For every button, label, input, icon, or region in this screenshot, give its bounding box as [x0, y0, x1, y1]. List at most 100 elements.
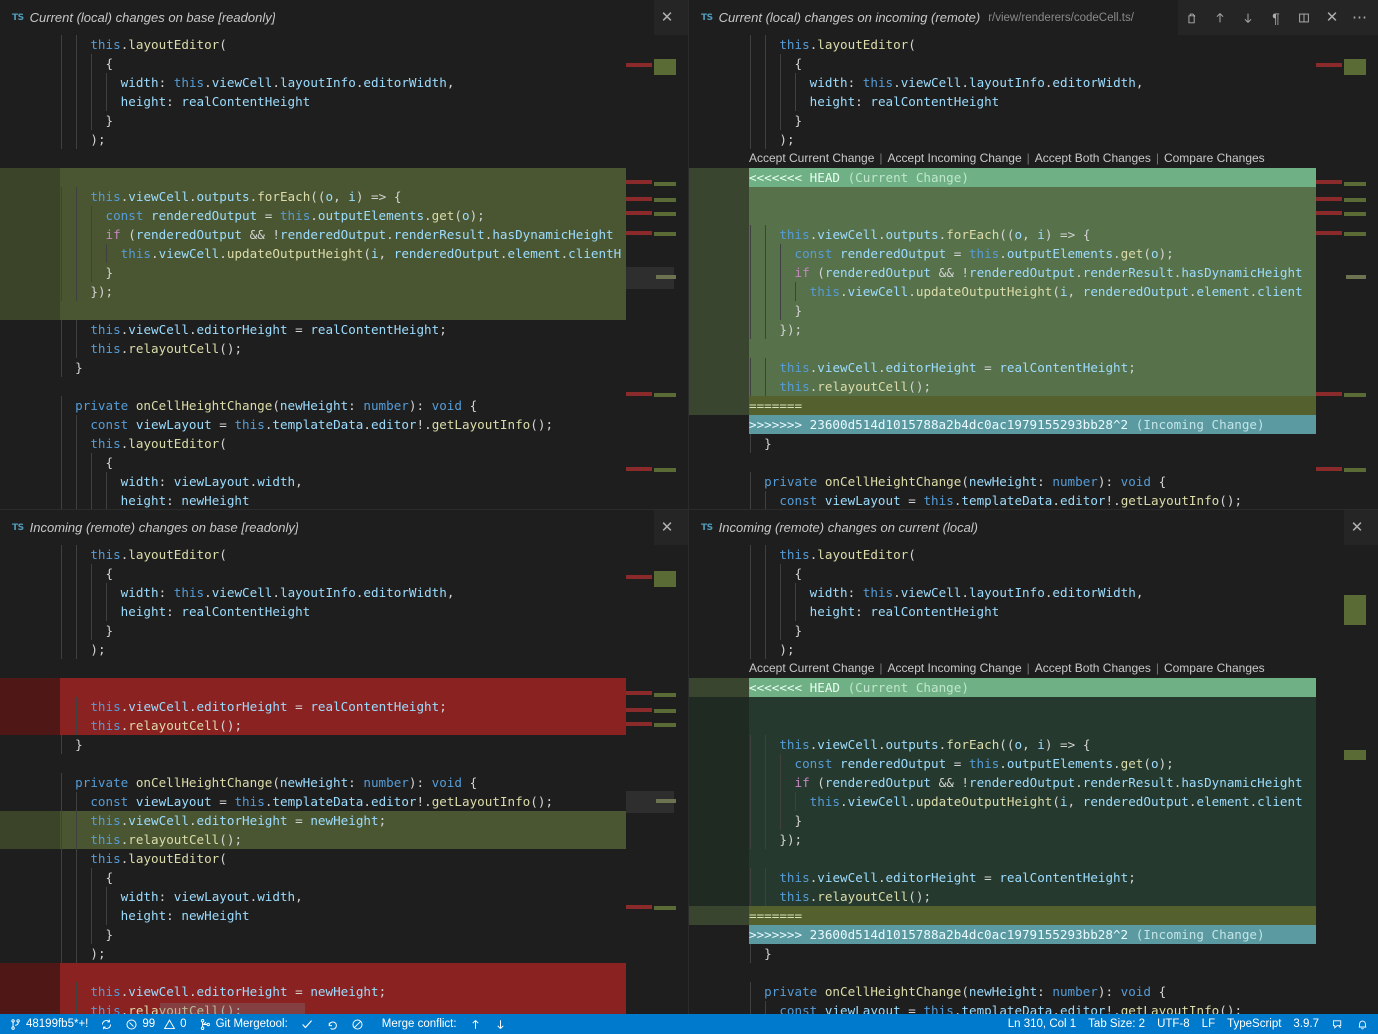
code-line[interactable]: height: realContentHeight	[0, 92, 688, 111]
code-line[interactable]: this.layoutEditor(	[689, 35, 1378, 54]
status-encoding[interactable]: UTF-8	[1151, 1014, 1196, 1034]
code-line[interactable]: this.viewCell.updateOutputHeight(i, rend…	[689, 282, 1378, 301]
code-line[interactable]	[0, 963, 688, 982]
code-line[interactable]: private onCellHeightChange(newHeight: nu…	[0, 773, 688, 792]
code-line[interactable]: );	[0, 130, 688, 149]
code-line[interactable]: this.relayoutCell();	[0, 1001, 688, 1014]
code-line[interactable]	[689, 453, 1378, 472]
code-line[interactable]: width: this.viewCell.layoutInfo.editorWi…	[0, 583, 688, 602]
conflict-marker-incoming[interactable]: >>>>>>> 23600d514d1015788a2b4dc0ac197915…	[689, 925, 1378, 944]
copy-path-icon[interactable]	[1178, 4, 1206, 32]
tab-incoming-remote-on-current[interactable]: TS Incoming (remote) changes on current …	[689, 510, 1344, 545]
code-line[interactable]	[689, 716, 1378, 735]
status-mergetool-discard[interactable]	[320, 1014, 345, 1034]
code-line[interactable]: this.relayoutCell();	[0, 339, 688, 358]
code-line[interactable]: this.relayoutCell();	[689, 377, 1378, 396]
code-line[interactable]: }	[689, 621, 1378, 640]
code-line[interactable]: );	[0, 944, 688, 963]
split-editor-icon[interactable]	[1290, 4, 1318, 32]
code-line[interactable]: private onCellHeightChange(newHeight: nu…	[689, 472, 1378, 491]
code-line[interactable]: {	[0, 453, 688, 472]
code-line[interactable]	[0, 377, 688, 396]
pilcrow-whitespace-icon[interactable]: ¶	[1262, 4, 1290, 32]
code-line[interactable]	[0, 149, 688, 168]
code-line[interactable]: {	[0, 868, 688, 887]
code-line[interactable]: }	[0, 263, 688, 282]
close-icon[interactable]: ✕	[654, 5, 680, 31]
status-cursor-position[interactable]: Ln 310, Col 1	[1002, 1014, 1082, 1034]
code-line[interactable]	[0, 301, 688, 320]
code-line[interactable]: this.viewCell.updateOutputHeight(i, rend…	[689, 792, 1378, 811]
code-line[interactable]	[0, 168, 688, 187]
compare-changes-action[interactable]: Compare Changes	[1164, 661, 1265, 675]
status-eol[interactable]: LF	[1196, 1014, 1221, 1034]
code-line[interactable]: height: realContentHeight	[689, 92, 1378, 111]
code-line[interactable]: this.viewCell.outputs.forEach((o, i) => …	[0, 187, 688, 206]
code-line[interactable]: const renderedOutput = this.outputElemen…	[689, 754, 1378, 773]
status-conflict-prev[interactable]	[463, 1014, 488, 1034]
code-line[interactable]: );	[689, 130, 1378, 149]
code-line[interactable]: if (renderedOutput && !renderedOutput.re…	[689, 263, 1378, 282]
code-line[interactable]: }	[689, 301, 1378, 320]
conflict-marker-head[interactable]: <<<<<<< HEAD (Current Change)	[689, 168, 1378, 187]
status-git-mergetool[interactable]: Git Mergetool:	[193, 1014, 294, 1034]
code-line[interactable]: {	[0, 54, 688, 73]
code-line[interactable]	[689, 849, 1378, 868]
code-line[interactable]: this.relayoutCell();	[0, 716, 688, 735]
code-line[interactable]: this.layoutEditor(	[0, 545, 688, 564]
code-area-bottom-left[interactable]: this.layoutEditor( { width: this.viewCel…	[0, 545, 688, 1014]
conflict-marker-incoming[interactable]: >>>>>>> 23600d514d1015788a2b4dc0ac197915…	[689, 415, 1378, 434]
code-line[interactable]	[689, 697, 1378, 716]
status-branch[interactable]: 48199fb5*+!	[0, 1014, 94, 1034]
conflict-marker-separator[interactable]: =======	[689, 906, 1378, 925]
status-feedback[interactable]	[1325, 1014, 1350, 1034]
code-line[interactable]: const viewLayout = this.templateData.edi…	[689, 1001, 1378, 1014]
code-line[interactable]: this.viewCell.editorHeight = realContent…	[0, 320, 688, 339]
code-line[interactable]: height: realContentHeight	[689, 602, 1378, 621]
close-icon[interactable]: ✕	[654, 515, 680, 541]
status-mergetool-accept[interactable]	[294, 1014, 320, 1034]
code-line[interactable]	[0, 678, 688, 697]
status-language-mode[interactable]: TypeScript	[1221, 1014, 1287, 1034]
code-line[interactable]: width: this.viewCell.layoutInfo.editorWi…	[0, 73, 688, 92]
code-line[interactable]: }	[689, 434, 1378, 453]
code-line[interactable]: });	[689, 320, 1378, 339]
code-line[interactable]: this.viewCell.editorHeight = realContent…	[689, 868, 1378, 887]
minimap-top-right[interactable]	[1316, 35, 1378, 509]
accept-incoming-change-action[interactable]: Accept Incoming Change	[888, 661, 1022, 675]
code-line[interactable]: this.relayoutCell();	[689, 887, 1378, 906]
merge-codelens[interactable]: Accept Current Change | Accept Incoming Ch…	[689, 659, 1378, 678]
code-line[interactable]: width: viewLayout.width,	[0, 472, 688, 491]
code-line[interactable]: {	[689, 54, 1378, 73]
minimap-top-left[interactable]	[626, 35, 688, 509]
accept-current-change-action[interactable]: Accept Current Change	[749, 151, 874, 165]
code-line[interactable]: if (renderedOutput && !renderedOutput.re…	[689, 773, 1378, 792]
status-notifications[interactable]	[1350, 1014, 1378, 1034]
code-line[interactable]: this.layoutEditor(	[689, 545, 1378, 564]
code-area-top-right[interactable]: this.layoutEditor( { width: this.viewCel…	[689, 35, 1378, 509]
code-line[interactable]: width: this.viewCell.layoutInfo.editorWi…	[689, 583, 1378, 602]
conflict-marker-separator[interactable]: =======	[689, 396, 1378, 415]
code-line[interactable]: width: viewLayout.width,	[0, 887, 688, 906]
minimap-bottom-right[interactable]	[1316, 545, 1378, 1014]
code-line[interactable]: {	[0, 564, 688, 583]
code-line[interactable]: }	[0, 111, 688, 130]
tab-incoming-remote-on-base[interactable]: TS Incoming (remote) changes on base [re…	[0, 510, 654, 545]
code-line[interactable]: }	[0, 925, 688, 944]
arrow-up-icon[interactable]	[1206, 4, 1234, 32]
code-line[interactable]: this.viewCell.outputs.forEach((o, i) => …	[689, 225, 1378, 244]
code-line[interactable]: this.layoutEditor(	[0, 849, 688, 868]
merge-codelens[interactable]: Accept Current Change | Accept Incoming Ch…	[689, 149, 1378, 168]
code-line[interactable]: }	[689, 111, 1378, 130]
minimap-bottom-left[interactable]	[626, 545, 688, 1014]
code-line[interactable]	[0, 754, 688, 773]
code-line[interactable]: height: realContentHeight	[0, 602, 688, 621]
status-conflict-next[interactable]	[488, 1014, 513, 1034]
code-line[interactable]: const viewLayout = this.templateData.edi…	[689, 491, 1378, 509]
code-line[interactable]: height: newHeight	[0, 491, 688, 509]
code-line[interactable]	[689, 187, 1378, 206]
compare-changes-action[interactable]: Compare Changes	[1164, 151, 1265, 165]
code-line[interactable]	[689, 963, 1378, 982]
code-line[interactable]: private onCellHeightChange(newHeight: nu…	[689, 982, 1378, 1001]
close-icon[interactable]: ✕	[1344, 515, 1370, 541]
